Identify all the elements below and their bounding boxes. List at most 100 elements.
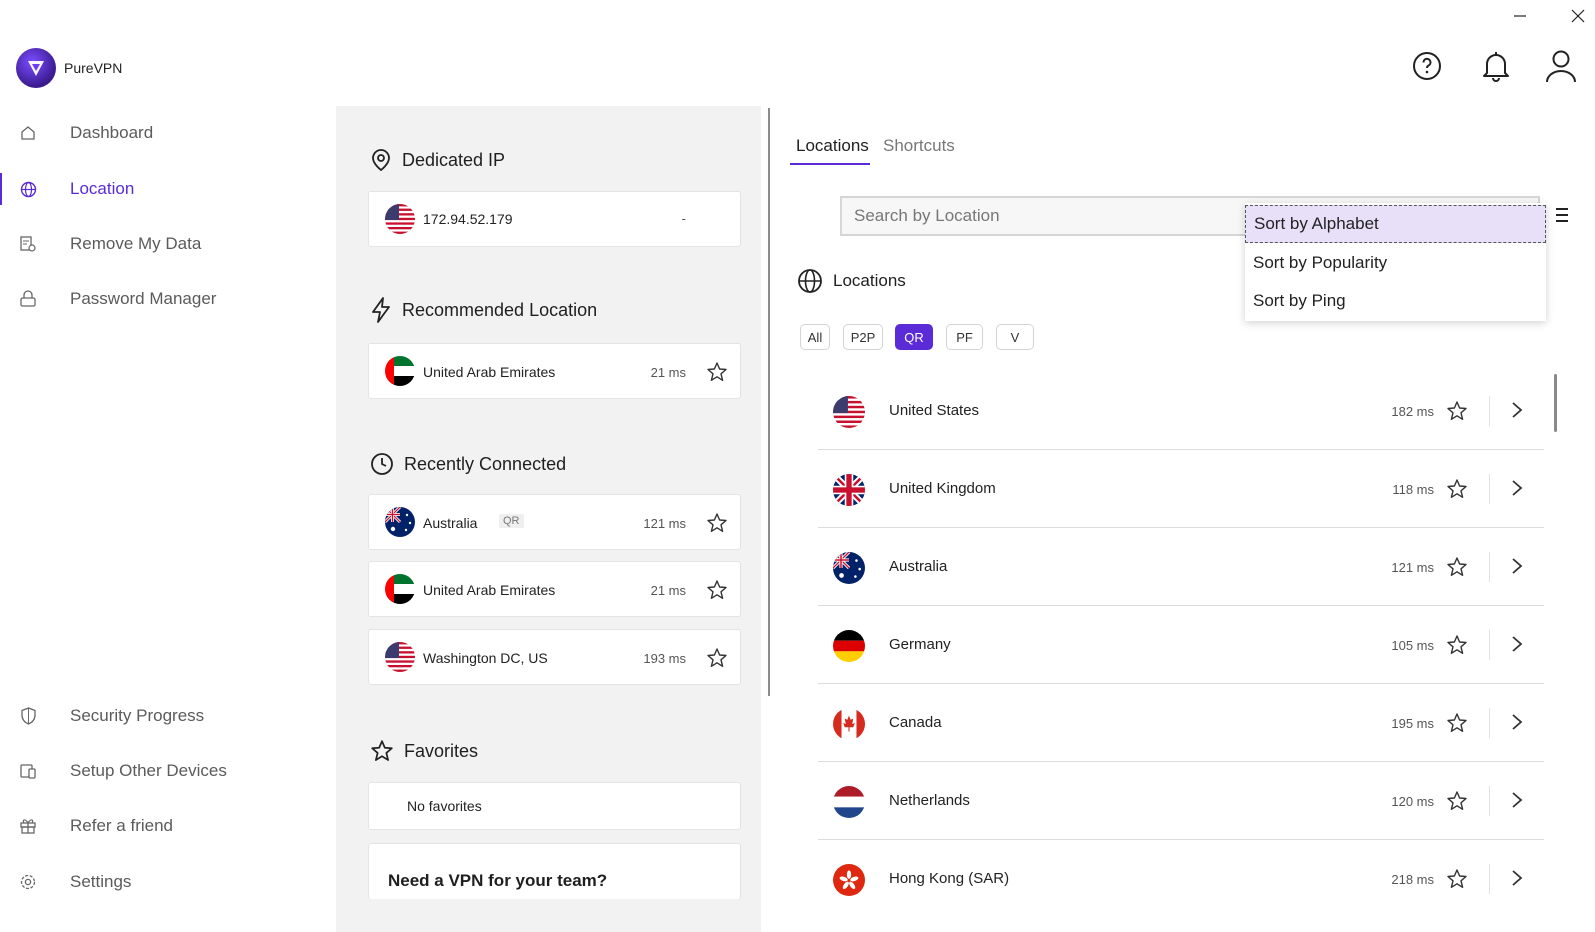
- sort-menu-icon[interactable]: [1553, 205, 1573, 225]
- sidebar-item-settings[interactable]: Settings: [0, 862, 330, 902]
- ping-value: 21 ms: [650, 365, 686, 380]
- dedicated-ip-address: 172.94.52.179: [423, 211, 513, 227]
- uae-flag-icon: [385, 356, 415, 386]
- sort-by-ping-option[interactable]: Sort by Ping: [1245, 282, 1546, 320]
- ping-value: 121 ms: [643, 516, 686, 531]
- star-icon[interactable]: [706, 361, 728, 383]
- chevron-right-icon[interactable]: [1507, 477, 1527, 499]
- section-title: Dedicated IP: [402, 149, 506, 170]
- recommended-location-heading: Recommended Location: [370, 297, 597, 323]
- team-promo-text: Need a VPN for your team?: [388, 871, 608, 890]
- us-flag-icon: [385, 204, 415, 234]
- list-scrollbar[interactable]: [1554, 374, 1557, 432]
- country-name: United Kingdom: [889, 480, 996, 497]
- favorites-heading: Favorites: [370, 739, 478, 763]
- sidebar-item-location[interactable]: Location: [0, 169, 330, 209]
- filter-pf[interactable]: PF: [946, 324, 983, 350]
- recommended-location-card[interactable]: United Arab Emirates 21 ms: [368, 343, 741, 399]
- star-icon[interactable]: [1446, 478, 1468, 500]
- minimize-button[interactable]: [1500, 4, 1540, 28]
- lightning-icon: [372, 297, 390, 323]
- sort-dropdown[interactable]: Sort by Alphabet Sort by Popularity Sort…: [1245, 203, 1546, 321]
- star-icon[interactable]: [1446, 634, 1468, 656]
- recent-connection-row[interactable]: United Arab Emirates 21 ms: [368, 561, 741, 617]
- tab-shortcuts[interactable]: Shortcuts: [883, 136, 955, 156]
- team-promo-card[interactable]: Need a VPN for your team?: [368, 843, 741, 899]
- country-name: Australia: [889, 558, 948, 575]
- tab-locations[interactable]: Locations: [796, 136, 869, 156]
- notifications-button[interactable]: [1478, 48, 1514, 84]
- account-button[interactable]: [1543, 48, 1579, 84]
- chevron-right-icon[interactable]: [1507, 555, 1527, 577]
- uk-flag-icon: [833, 474, 865, 506]
- section-title: Recently Connected: [404, 453, 567, 474]
- globe-icon: [798, 269, 822, 293]
- sidebar-item-password-manager[interactable]: Password Manager: [0, 279, 330, 319]
- country-name: Hong Kong (SAR): [889, 870, 1010, 887]
- star-icon[interactable]: [706, 647, 728, 669]
- chevron-right-icon[interactable]: [1507, 633, 1527, 655]
- location-row-hong-kong[interactable]: Hong Kong (SAR) 218 ms: [818, 840, 1544, 917]
- qr-tag: QR: [499, 514, 524, 528]
- filter-label: P2P: [850, 329, 876, 345]
- sidebar-item-refer-a-friend[interactable]: Refer a friend: [0, 806, 330, 846]
- star-icon[interactable]: [1446, 400, 1468, 422]
- filter-qr[interactable]: QR: [895, 324, 933, 350]
- chevron-right-icon[interactable]: [1507, 789, 1527, 811]
- tab-label: Shortcuts: [883, 136, 955, 155]
- chevron-right-icon[interactable]: [1507, 399, 1527, 421]
- star-icon[interactable]: [1446, 790, 1468, 812]
- star-icon[interactable]: [706, 579, 728, 601]
- filter-label: All: [807, 329, 823, 345]
- brand: PureVPN: [16, 48, 122, 88]
- sidebar-item-remove-my-data[interactable]: Remove My Data: [0, 224, 330, 264]
- location-row-germany[interactable]: Germany 105 ms: [818, 606, 1544, 684]
- ping-value: 182 ms: [1391, 404, 1434, 419]
- sidebar-item-setup-other-devices[interactable]: Setup Other Devices: [0, 751, 330, 791]
- star-icon[interactable]: [1446, 712, 1468, 734]
- globe-icon: [18, 179, 38, 199]
- location-row-australia[interactable]: Australia 121 ms: [818, 528, 1544, 606]
- close-button[interactable]: [1558, 4, 1595, 28]
- dedicated-ip-heading: Dedicated IP: [370, 148, 505, 172]
- location-name: United Arab Emirates: [423, 364, 556, 380]
- sidebar-label: Location: [70, 179, 135, 198]
- row-separator: [1489, 474, 1490, 504]
- data-removal-icon: [18, 234, 38, 254]
- ping-value: 118 ms: [1392, 482, 1434, 497]
- sidebar-label: Settings: [70, 872, 132, 891]
- star-icon[interactable]: [1446, 556, 1468, 578]
- location-list[interactable]: United States 182 ms United Kingdom 118 …: [798, 372, 1552, 917]
- filter-v[interactable]: V: [996, 324, 1034, 350]
- favorites-empty-card: No favorites: [368, 782, 741, 830]
- ping-value: 21 ms: [650, 583, 686, 598]
- dedicated-ip-card[interactable]: 172.94.52.179 -: [368, 191, 741, 247]
- help-button[interactable]: [1409, 48, 1445, 84]
- location-row-netherlands[interactable]: Netherlands 120 ms: [818, 762, 1544, 840]
- app-name: PureVPN: [64, 60, 123, 76]
- de-flag-icon: [833, 630, 865, 662]
- row-separator: [1489, 786, 1490, 816]
- au-flag-icon: [385, 507, 415, 537]
- location-row-united-states[interactable]: United States 182 ms: [818, 372, 1544, 450]
- row-separator: [1489, 708, 1490, 738]
- sort-by-popularity-option[interactable]: Sort by Popularity: [1245, 244, 1546, 282]
- filter-p2p[interactable]: P2P: [843, 324, 883, 350]
- sidebar-item-security-progress[interactable]: Security Progress: [0, 696, 330, 736]
- sidebar-label: Dashboard: [70, 123, 154, 142]
- recent-connection-row[interactable]: Washington DC, US 193 ms: [368, 629, 741, 685]
- location-row-canada[interactable]: Canada 195 ms: [818, 684, 1544, 762]
- filter-all[interactable]: All: [800, 324, 830, 350]
- star-icon[interactable]: [706, 512, 728, 534]
- chevron-right-icon[interactable]: [1507, 711, 1527, 733]
- country-name: United States: [889, 402, 980, 419]
- star-icon[interactable]: [1446, 868, 1468, 890]
- chevron-right-icon[interactable]: [1507, 867, 1527, 889]
- gift-icon: [18, 816, 38, 836]
- sidebar-item-dashboard[interactable]: Dashboard: [0, 113, 330, 153]
- location-pin-icon: [372, 149, 390, 172]
- recent-connection-row[interactable]: Australia QR 121 ms: [368, 494, 741, 550]
- country-name: Netherlands: [889, 792, 970, 809]
- sort-by-alphabet-option[interactable]: Sort by Alphabet: [1245, 205, 1546, 243]
- location-row-united-kingdom[interactable]: United Kingdom 118 ms: [818, 450, 1544, 528]
